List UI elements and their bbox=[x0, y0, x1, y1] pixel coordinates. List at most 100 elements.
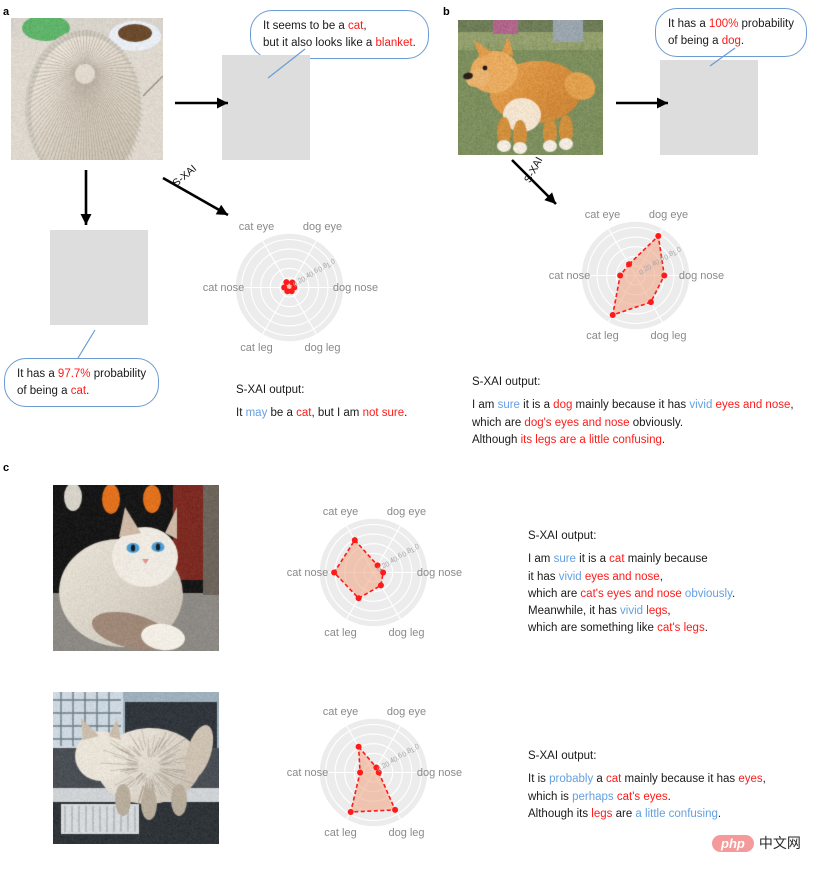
sxai-c1-seg-3: cat bbox=[609, 553, 624, 565]
radar-c1-axis-label-cat-nose: cat nose bbox=[287, 567, 329, 579]
sxai-c2-seg-1: probably bbox=[549, 773, 593, 785]
radar-b-axis-label-cat-eye: cat eye bbox=[585, 209, 620, 221]
human-bubble-seg-1: cat bbox=[348, 20, 363, 32]
radar-c2-axis-label-dog-eye: dog eye bbox=[387, 706, 426, 718]
cnn-speech-bubble-b: It has a 100% probability of being a dog. bbox=[655, 8, 807, 57]
photo-dog bbox=[458, 20, 603, 155]
sxai-output-text-a: It may be a cat, but I am not sure. bbox=[236, 405, 407, 422]
sxai-b-seg-14: its legs are a little confusing bbox=[521, 434, 662, 446]
sxai-a-seg-3: cat bbox=[296, 407, 311, 419]
arrow-sxai-b-head bbox=[544, 192, 556, 204]
radar-b-point-5 bbox=[617, 273, 623, 279]
sxai-b-seg-9: which are bbox=[472, 417, 524, 429]
sxai-c1-seg-14: obviously bbox=[685, 588, 732, 600]
sxai-output-text-b: I am sure it is a dog mainly because it … bbox=[472, 397, 794, 449]
sxai-b-seg-15: . bbox=[662, 434, 665, 446]
sxai-c1-seg-9: , bbox=[660, 571, 663, 583]
panel-letter-a: a bbox=[3, 6, 9, 18]
sxai-c2-seg-4: mainly because it has bbox=[621, 773, 738, 785]
sxai-b-seg-5: vivid bbox=[689, 399, 712, 411]
sxai-c1-seg-11: which are bbox=[528, 588, 580, 600]
sxai-b-seg-11: obviously. bbox=[630, 417, 683, 429]
cnn-bubble-b-seg-4: of being a bbox=[668, 35, 722, 47]
radar-c2-point-0 bbox=[356, 744, 362, 750]
sxai-c2-seg-3: cat bbox=[606, 773, 621, 785]
sxai-c2-seg-0: It is bbox=[528, 773, 549, 785]
sxai-b-seg-13: Although bbox=[472, 434, 521, 446]
radar-b-point-2 bbox=[661, 273, 667, 279]
sxai-arrow-label-b: S-XAI bbox=[522, 155, 545, 185]
sxai-c2-seg-13: Although its bbox=[528, 808, 591, 820]
radar-a-axis-label-cat-eye: cat eye bbox=[239, 221, 274, 233]
radar-c1-axis-label-dog-eye: dog eye bbox=[387, 506, 426, 518]
sxai-c2-seg-5: eyes bbox=[738, 773, 762, 785]
radar-b-axis-label-cat-leg: cat leg bbox=[586, 330, 618, 342]
sxai-b-seg-10: dog's eyes and nose bbox=[524, 417, 629, 429]
sxai-c2-seg-6: , bbox=[763, 773, 766, 785]
radar-b-axis-label-cat-nose: cat nose bbox=[549, 270, 591, 282]
radar-c1-point-0 bbox=[352, 537, 358, 543]
sxai-b-seg-3: dog bbox=[553, 399, 572, 411]
sxai-c1-seg-7: vivid bbox=[559, 571, 582, 583]
sxai-c1-seg-24: . bbox=[705, 622, 708, 634]
sxai-c2-seg-11: . bbox=[668, 791, 671, 803]
sxai-c1-seg-0: I am bbox=[528, 553, 554, 565]
radar-b-point-4 bbox=[610, 312, 616, 318]
watermark-text: 中文网 bbox=[759, 833, 801, 853]
human-bubble-seg-0: It seems to be a bbox=[263, 20, 348, 32]
sxai-c2-seg-15: are bbox=[612, 808, 635, 820]
watermark-badge: php bbox=[712, 835, 754, 852]
radar-c2-axis-label-dog-nose: dog nose bbox=[417, 767, 462, 779]
watermark: php 中文网 bbox=[712, 833, 801, 853]
sxai-b-seg-0: I am bbox=[472, 399, 498, 411]
human-bubble-seg-4: but it also looks like a bbox=[263, 37, 376, 49]
sxai-c2-seg-16: a little confusing bbox=[635, 808, 717, 820]
radar-a-point-0 bbox=[283, 279, 289, 285]
radar-b-axis-label-dog-leg: dog leg bbox=[650, 330, 686, 342]
sxai-a-seg-2: be a bbox=[267, 407, 296, 419]
cnn-speech-bubble-a: It has a 97.7% probability of being a cat… bbox=[4, 358, 159, 407]
sxai-b-seg-7: , bbox=[790, 399, 793, 411]
sxai-output-c1: S-XAI output: I am sure it is a cat main… bbox=[528, 528, 735, 638]
photo-cat-from-above bbox=[11, 18, 163, 160]
sxai-c2-seg-14: legs bbox=[591, 808, 612, 820]
sxai-c2-seg-9: perhaps bbox=[572, 791, 614, 803]
cnn-bubble-a-seg-1: 97.7% bbox=[58, 368, 91, 380]
sxai-b-seg-1: sure bbox=[498, 399, 520, 411]
sxai-c1-seg-22: which are something like bbox=[528, 622, 657, 634]
human-bubble-seg-2: , bbox=[363, 20, 366, 32]
sxai-a-seg-4: , but I am bbox=[311, 407, 362, 419]
radar-b-point-1 bbox=[655, 233, 661, 239]
sxai-c1-seg-23: cat's legs bbox=[657, 622, 705, 634]
sxai-output-a: S-XAI output: It may be a cat, but I am … bbox=[236, 382, 407, 423]
sxai-output-text-c1: I am sure it is a cat mainly because it h… bbox=[528, 551, 735, 637]
sxai-c2-seg-8: which is bbox=[528, 791, 572, 803]
sxai-output-b: S-XAI output: I am sure it is a dog main… bbox=[472, 374, 794, 449]
radar-c1-axis-label-cat-leg: cat leg bbox=[324, 627, 356, 639]
sxai-c1-seg-18: vivid bbox=[620, 605, 643, 617]
sxai-output-title-c2: S-XAI output: bbox=[528, 748, 766, 765]
bubble-tail-cnn-a bbox=[78, 330, 95, 358]
sxai-output-title-a: S-XAI output: bbox=[236, 382, 407, 399]
radar-c2-point-4 bbox=[348, 809, 354, 815]
sxai-c1-seg-6: it has bbox=[528, 571, 559, 583]
sxai-c2-seg-10: cat's eyes bbox=[614, 791, 668, 803]
sxai-b-seg-4: mainly because it has bbox=[572, 399, 689, 411]
radar-c2-axis-label-dog-leg: dog leg bbox=[388, 827, 424, 839]
sxai-b-seg-2: it is a bbox=[520, 399, 553, 411]
radar-a-axis-label-dog-nose: dog nose bbox=[333, 282, 378, 294]
sxai-output-c2: S-XAI output: It is probably a cat mainl… bbox=[528, 748, 766, 823]
sxai-c1-seg-4: mainly because bbox=[625, 553, 708, 565]
sxai-a-seg-5: not sure bbox=[363, 407, 405, 419]
radar-c2-axis-label-cat-eye: cat eye bbox=[323, 706, 358, 718]
radar-a-axis-label-dog-eye: dog eye bbox=[303, 221, 342, 233]
radar-b-point-3 bbox=[648, 299, 654, 305]
panel-letter-b: b bbox=[443, 6, 450, 18]
sxai-a-seg-1: may bbox=[246, 407, 268, 419]
sxai-output-title-b: S-XAI output: bbox=[472, 374, 794, 391]
sxai-output-title-c1: S-XAI output: bbox=[528, 528, 735, 545]
sxai-c1-seg-19: legs bbox=[643, 605, 667, 617]
cnn-bubble-a-seg-5: cat bbox=[71, 385, 86, 397]
cnn-bubble-b-seg-0: It has a bbox=[668, 18, 709, 30]
photo-cat-lying bbox=[53, 485, 219, 651]
